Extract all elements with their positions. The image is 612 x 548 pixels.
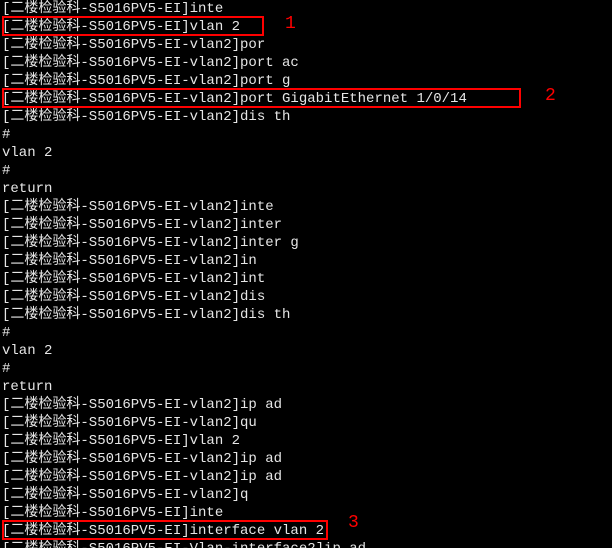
- terminal-line: [二楼检验科-S5016PV5-EI-vlan2]dis: [2, 288, 610, 306]
- terminal-line: vlan 2: [2, 342, 610, 360]
- terminal-line: [二楼检验科-S5016PV5-EI-vlan2]ip ad: [2, 396, 610, 414]
- terminal-line: [二楼检验科-S5016PV5-EI]vlan 2: [2, 432, 610, 450]
- terminal-line: [二楼检验科-S5016PV5-EI-vlan2]dis th: [2, 306, 610, 324]
- terminal-line: [二楼检验科-S5016PV5-EI]vlan 2: [2, 18, 610, 36]
- terminal-line: [二楼检验科-S5016PV5-EI-vlan2]in: [2, 252, 610, 270]
- terminal-line: [二楼检验科-S5016PV5-EI-vlan2]q: [2, 486, 610, 504]
- terminal-output[interactable]: [二楼检验科-S5016PV5-EI]inte[二楼检验科-S5016PV5-E…: [0, 0, 612, 548]
- terminal-line: [二楼检验科-S5016PV5-EI]inte: [2, 504, 610, 522]
- terminal-line: [二楼检验科-S5016PV5-EI-vlan2]por: [2, 36, 610, 54]
- terminal-line: #: [2, 324, 610, 342]
- terminal-line: [二楼检验科-S5016PV5-EI-vlan2]dis th: [2, 108, 610, 126]
- terminal-line: [二楼检验科-S5016PV5-EI-vlan2]inter g: [2, 234, 610, 252]
- terminal-line: [二楼检验科-S5016PV5-EI-vlan2]qu: [2, 414, 610, 432]
- terminal-line: [二楼检验科-S5016PV5-EI-vlan2]ip ad: [2, 450, 610, 468]
- terminal-line: [二楼检验科-S5016PV5-EI-vlan2]ip ad: [2, 468, 610, 486]
- terminal-line: vlan 2: [2, 144, 610, 162]
- terminal-line: [二楼检验科-S5016PV5-EI-Vlan-interface2]ip ad: [2, 540, 610, 548]
- terminal-line: [二楼检验科-S5016PV5-EI-vlan2]port g: [2, 72, 610, 90]
- terminal-line: #: [2, 162, 610, 180]
- terminal-line: [二楼检验科-S5016PV5-EI-vlan2]port GigabitEth…: [2, 90, 610, 108]
- terminal-line: #: [2, 360, 610, 378]
- terminal-line: #: [2, 126, 610, 144]
- terminal-line: [二楼检验科-S5016PV5-EI-vlan2]int: [2, 270, 610, 288]
- terminal-line: [二楼检验科-S5016PV5-EI-vlan2]inter: [2, 216, 610, 234]
- terminal-line: [二楼检验科-S5016PV5-EI]inte: [2, 0, 610, 18]
- terminal-line: [二楼检验科-S5016PV5-EI-vlan2]inte: [2, 198, 610, 216]
- terminal-line: [二楼检验科-S5016PV5-EI]interface vlan 2: [2, 522, 610, 540]
- terminal-line: return: [2, 378, 610, 396]
- terminal-line: [二楼检验科-S5016PV5-EI-vlan2]port ac: [2, 54, 610, 72]
- terminal-line: return: [2, 180, 610, 198]
